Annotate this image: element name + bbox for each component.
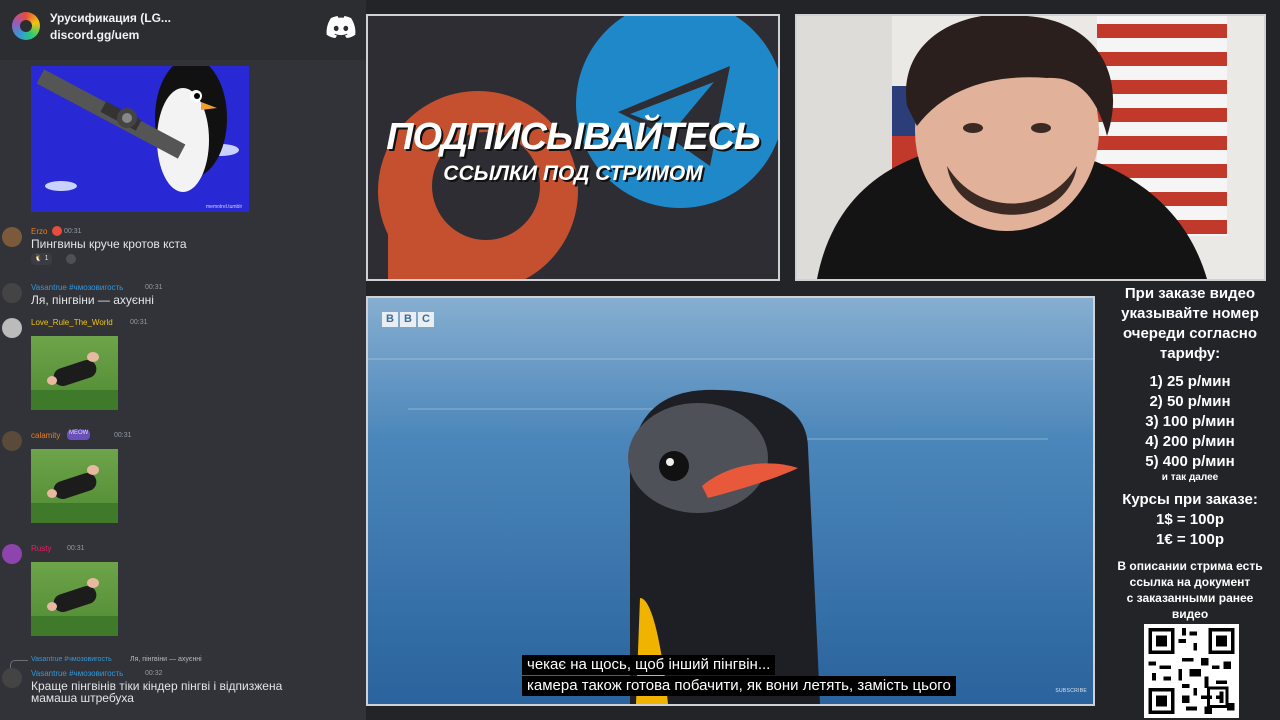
discord-logo-icon [326, 16, 356, 38]
chat-header: Урусификация (LG... discord.gg/uem [0, 0, 366, 60]
add-reaction-icon[interactable] [66, 254, 76, 264]
prices-more: и так далее [1161, 472, 1219, 483]
mole-paw [87, 352, 99, 362]
chat-image-mole[interactable] [31, 336, 118, 410]
info-intro-line: тарифу: [1159, 345, 1221, 362]
reply-spine [10, 660, 28, 668]
reply-username[interactable]: Vasantrue #чмозовигость [31, 656, 112, 663]
promo-title: ПОДПИСЫВАЙТЕСЬ [386, 116, 761, 158]
mole-paw [47, 602, 57, 611]
exchange-rate: 1$ = 100р [1156, 511, 1224, 528]
server-name: Урусификация (LG... [50, 11, 171, 25]
message-text: Пингвины круче кротов кста [31, 237, 187, 251]
timestamp: 00:31 [130, 319, 148, 326]
message-text: Ля, пінгвіни — ахуєнні [31, 293, 154, 307]
timestamp: 00:31 [67, 545, 85, 552]
info-intro-line: указывайте номер [1121, 305, 1259, 322]
grass [31, 616, 118, 636]
price-tier: 2) 50 р/мин [1149, 393, 1231, 410]
bbc-logo: B B C [382, 312, 434, 327]
exchange-rate: 1€ = 100р [1156, 531, 1224, 548]
doc-note-line: видео [1171, 607, 1209, 621]
role-badge-icon [52, 226, 62, 236]
stream-overlay: Урусификация (LG... discord.gg/uem memot… [0, 0, 1280, 720]
mole-paw [47, 376, 57, 385]
bbc-letter: B [400, 312, 416, 327]
doc-note-line: с заказанными ранее [1126, 591, 1254, 605]
mole-body [51, 583, 99, 615]
reaction-button[interactable]: 🐧 1 [31, 253, 52, 265]
discord-chat-panel: Урусификация (LG... discord.gg/uem memot… [0, 0, 366, 720]
order-info-panel: При заказе видео указывайте номер очеред… [1100, 284, 1280, 622]
chat-image-penguin-rifle[interactable] [31, 66, 249, 212]
server-icon[interactable] [12, 12, 40, 40]
rates-title: Курсы при заказе: [1122, 491, 1258, 508]
reaction-count: 1 [44, 255, 49, 262]
username[interactable]: Erzo [31, 227, 47, 236]
avatar[interactable] [2, 318, 22, 338]
webcam-feed [795, 14, 1266, 281]
timestamp: 00:31 [114, 432, 132, 439]
grass [31, 503, 118, 523]
avatar[interactable] [2, 431, 22, 451]
price-tier: 4) 200 р/мин [1145, 433, 1235, 450]
subscribe-watermark: SUBSCRIBE [1055, 688, 1087, 694]
username[interactable]: Vasantrue #чмозовигость [31, 283, 123, 292]
bbc-letter: B [382, 312, 398, 327]
mole-paw [47, 489, 57, 498]
meow-badge: MEOW [67, 430, 91, 440]
avatar[interactable] [2, 544, 22, 564]
message-text: мамаша штребуха [31, 691, 134, 705]
username[interactable]: calamity [31, 431, 60, 440]
reply-preview[interactable]: Ля, пінгвіни — ахуєнні [130, 656, 202, 663]
info-intro-line: При заказе видео [1124, 285, 1256, 302]
timestamp: 00:32 [145, 670, 163, 677]
timestamp: 00:31 [64, 228, 82, 235]
promo-subtitle: ССЫЛКИ ПОД СТРИМОМ [443, 162, 703, 185]
price-tier: 5) 400 р/мин [1145, 453, 1235, 470]
mole-body [51, 470, 99, 502]
video-subtitles: чекає на щось, щоб інший пінгвін... каме… [522, 655, 956, 697]
username[interactable]: Rusty [31, 544, 51, 553]
server-invite-link[interactable]: discord.gg/uem [50, 28, 139, 42]
price-tier: 3) 100 р/мин [1145, 413, 1235, 430]
penguin-rifle-illustration [31, 66, 249, 212]
subtitle-line: камера також готова побачити, як вони ле… [522, 676, 956, 696]
mole-paw [87, 465, 99, 475]
avatar[interactable] [2, 668, 22, 688]
bbc-letter: C [418, 312, 434, 327]
username[interactable]: Vasantrue #чмозовигость [31, 669, 123, 678]
subscribe-promo-banner: ПОДПИСЫВАЙТЕСЬ ССЫЛКИ ПОД СТРИМОМ [366, 14, 780, 281]
mole-body [51, 357, 99, 389]
avatar[interactable] [2, 283, 22, 303]
image-caption: memotrel.tumblr [206, 204, 243, 210]
grass [31, 390, 118, 410]
penguin-video-frame [368, 298, 1093, 704]
qr-code-pattern [1144, 624, 1239, 718]
qr-code-icon[interactable] [1144, 624, 1239, 718]
avatar[interactable] [2, 227, 22, 247]
chat-image-mole[interactable] [31, 562, 118, 636]
chat-image-mole[interactable] [31, 449, 118, 523]
info-intro-line: очереди согласно [1122, 325, 1258, 342]
doc-note-line: В описании стрима есть [1117, 559, 1263, 573]
video-player[interactable]: B B C чекає на щось, щоб інший пінгвін..… [366, 296, 1095, 706]
price-tier: 1) 25 р/мин [1149, 373, 1231, 390]
username[interactable]: Love_Rule_The_World [31, 318, 113, 327]
timestamp: 00:31 [145, 284, 163, 291]
webcam-scene [797, 16, 1264, 279]
doc-note-line: ссылка на документ [1129, 575, 1251, 589]
subtitle-line: чекає на щось, щоб інший пінгвін... [522, 655, 776, 675]
mole-paw [87, 578, 99, 588]
